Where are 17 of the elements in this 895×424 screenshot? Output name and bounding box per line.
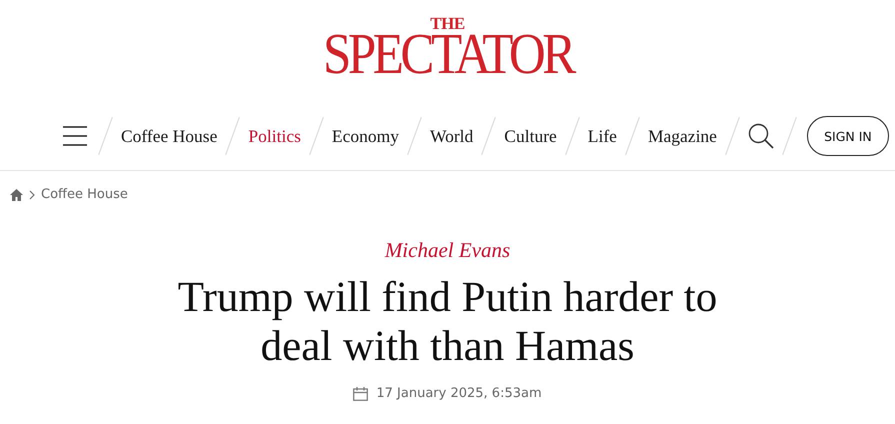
home-icon[interactable] <box>10 188 23 200</box>
nav-link[interactable]: World <box>430 126 474 146</box>
sign-in-button[interactable]: SIGN IN <box>806 116 889 156</box>
nav-link[interactable]: Culture <box>504 126 557 146</box>
menu-icon[interactable] <box>62 125 88 147</box>
nav-link[interactable]: Life <box>588 126 617 146</box>
nav-link[interactable]: Magazine <box>648 126 717 146</box>
search-icon[interactable] <box>748 123 774 149</box>
author-name[interactable]: Michael Evans <box>384 238 510 263</box>
nav-link[interactable]: Coffee House <box>121 126 218 146</box>
chevron-icon <box>29 190 35 200</box>
nav-link[interactable]: Economy <box>332 126 399 146</box>
breadcrumb-link[interactable]: Coffee House <box>41 187 128 202</box>
article-title: Trump will find Putin harder to deal with than Hamas <box>176 273 718 371</box>
calendar-icon <box>353 386 368 400</box>
nav-link[interactable]: Politics <box>248 126 301 146</box>
publish-date: 17 January 2025, 6:53am <box>376 386 542 401</box>
